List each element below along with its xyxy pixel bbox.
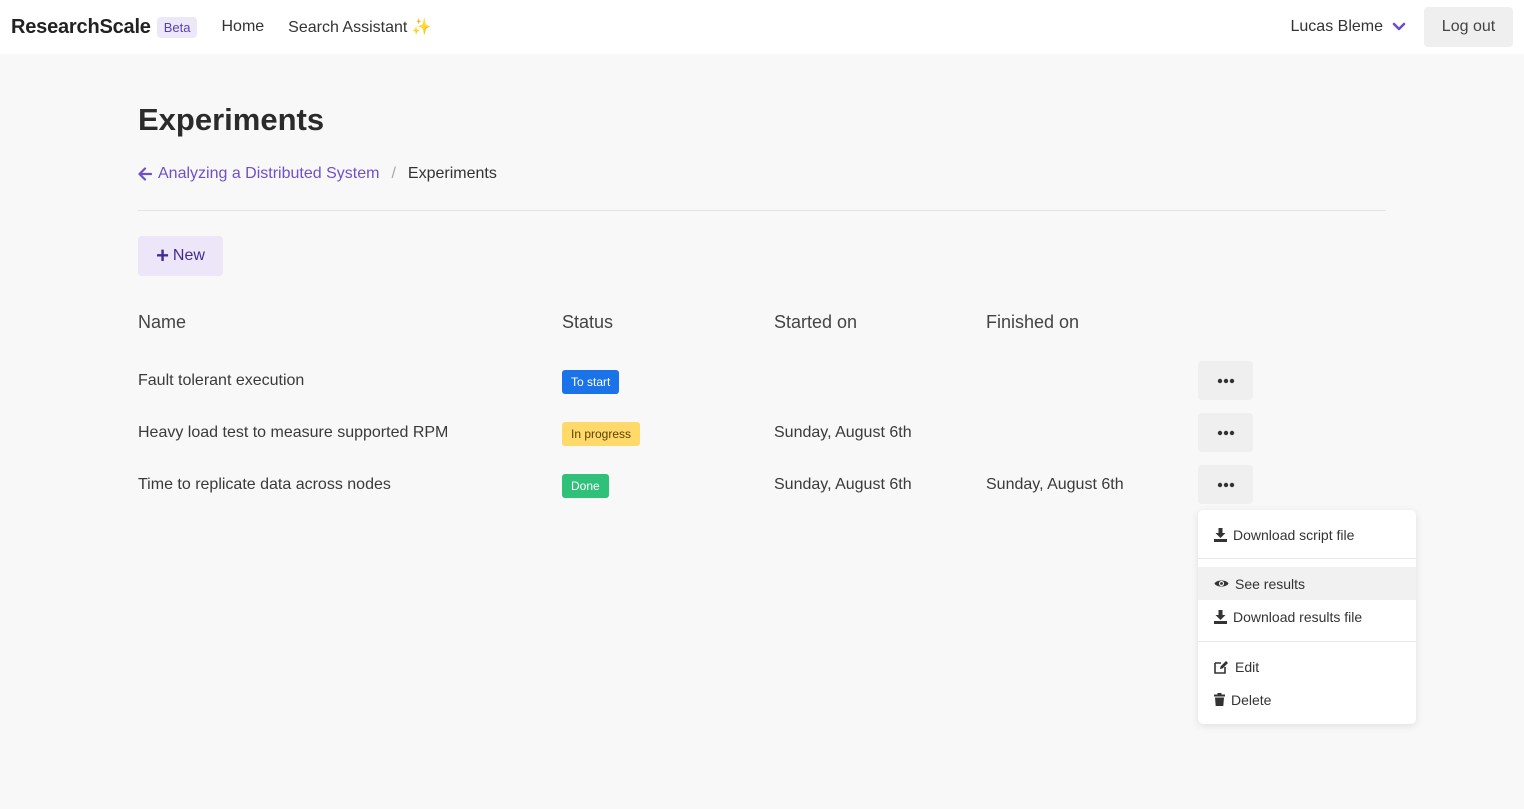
user-name: Lucas Bleme: [1290, 18, 1384, 35]
menu-item-edit[interactable]: Edit: [1198, 650, 1416, 683]
arrow-left-icon: [138, 167, 152, 181]
menu-item-label: Delete: [1231, 691, 1272, 708]
column-header-name: Name: [138, 312, 187, 332]
column-header-started: Started on: [774, 312, 858, 332]
experiment-name: Time to replicate data across nodes: [138, 476, 391, 493]
breadcrumb-current: Experiments: [407, 165, 497, 182]
breadcrumb-separator: /: [391, 165, 396, 182]
eye-icon: [1214, 580, 1229, 587]
status-badge: Done: [562, 474, 609, 498]
logout-button[interactable]: Log out: [1424, 7, 1513, 47]
menu-item-label: See results: [1235, 575, 1306, 592]
menu-item-label: Download script file: [1233, 526, 1355, 543]
edit-icon: [1214, 660, 1228, 674]
download-icon: [1214, 609, 1227, 624]
header-divider: [138, 210, 1386, 211]
menu-item-label: Download results file: [1233, 608, 1363, 625]
menu-item-download-script[interactable]: Download script file: [1198, 518, 1416, 551]
column-header-finished: Finished on: [986, 312, 1080, 332]
ellipsis-icon: [1217, 482, 1234, 487]
plus-icon: +: [156, 243, 169, 268]
status-badge: In progress: [562, 422, 641, 446]
row-actions-menu: Download script file See results Downloa…: [1198, 510, 1416, 724]
trash-icon: [1214, 693, 1225, 706]
brand-logo[interactable]: ResearchScale: [11, 16, 151, 39]
ellipsis-icon: [1217, 430, 1234, 435]
user-menu[interactable]: Lucas Bleme: [1291, 18, 1407, 36]
nav-search-assistant-label: Search Assistant: [288, 19, 408, 36]
nav-search-assistant-link[interactable]: Search Assistant ✨: [288, 17, 432, 37]
page-title: Experiments: [138, 102, 325, 137]
started-on: Sunday, August 6th: [774, 424, 912, 441]
nav-home-link[interactable]: Home: [221, 18, 264, 36]
started-on: Sunday, August 6th: [774, 476, 912, 493]
row-actions-button[interactable]: [1198, 413, 1253, 452]
finished-on: Sunday, August 6th: [986, 476, 1124, 493]
menu-item-see-results[interactable]: See results: [1198, 567, 1416, 600]
menu-item-download-results[interactable]: Download results file: [1198, 600, 1416, 633]
new-experiment-button[interactable]: + New: [138, 236, 223, 276]
experiment-name: Fault tolerant execution: [138, 372, 305, 389]
row-actions-button[interactable]: [1198, 361, 1253, 400]
row-actions-button[interactable]: [1198, 465, 1253, 504]
chevron-down-icon: [1392, 22, 1406, 31]
top-navbar: ResearchScale Beta Home Search Assistant…: [0, 0, 1524, 54]
ellipsis-icon: [1217, 378, 1234, 383]
menu-item-label: Edit: [1235, 658, 1260, 675]
menu-divider: [1198, 641, 1416, 642]
new-button-label: New: [172, 247, 205, 264]
breadcrumb-parent-link[interactable]: Analyzing a Distributed System: [138, 165, 379, 183]
breadcrumb-parent-label: Analyzing a Distributed System: [158, 165, 380, 182]
experiment-name: Heavy load test to measure supported RPM: [138, 424, 449, 441]
sparkle-icon: ✨: [411, 19, 432, 36]
column-header-status: Status: [562, 312, 614, 332]
menu-item-delete[interactable]: Delete: [1198, 683, 1416, 716]
menu-divider: [1198, 558, 1416, 559]
status-badge: To start: [562, 370, 620, 394]
beta-badge: Beta: [156, 16, 198, 38]
download-icon: [1214, 527, 1227, 542]
breadcrumb: Analyzing a Distributed System / Experim…: [138, 165, 497, 183]
